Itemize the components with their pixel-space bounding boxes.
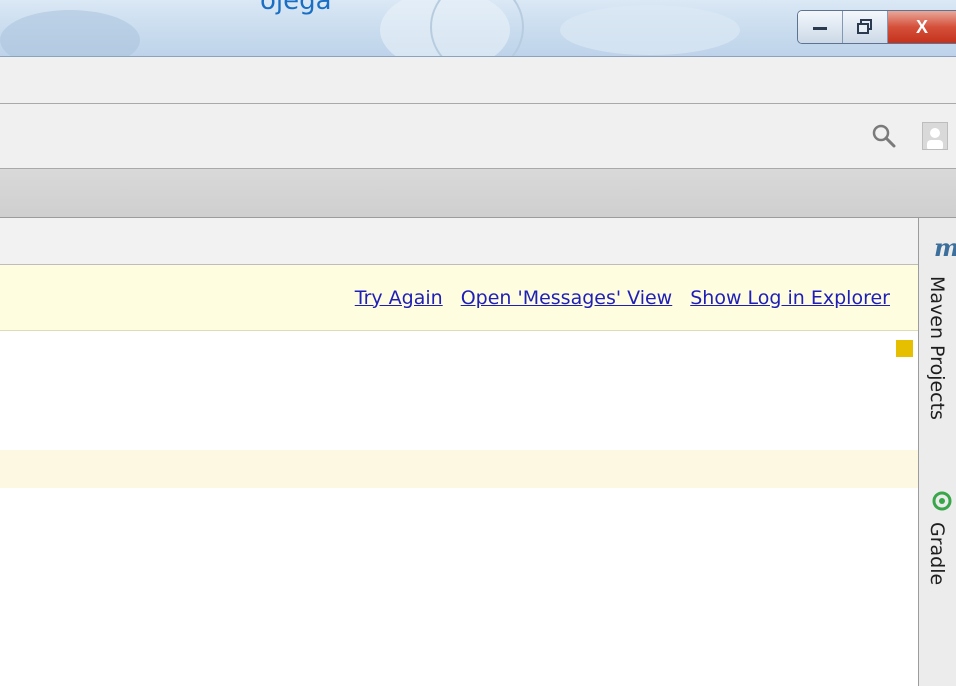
- warning-marker[interactable]: [896, 340, 913, 357]
- gradle-icon: [932, 491, 952, 511]
- window-title: ojega: [260, 0, 332, 16]
- minimize-icon: [813, 27, 827, 30]
- notification-bar: Try Again Open 'Messages' View Show Log …: [0, 265, 918, 331]
- open-messages-view-link[interactable]: Open 'Messages' View: [461, 287, 673, 309]
- maven-projects-tab[interactable]: Maven Projects: [926, 276, 948, 420]
- search-icon[interactable]: [870, 122, 898, 150]
- user-avatar-icon[interactable]: [922, 122, 948, 150]
- maven-icon: m: [934, 233, 956, 262]
- restore-icon: [857, 19, 872, 34]
- title-bar-decoration: [0, 10, 140, 56]
- navigation-bar: [0, 169, 956, 218]
- window-controls: X: [797, 10, 956, 44]
- minimize-button[interactable]: [798, 11, 843, 43]
- gradle-tab[interactable]: Gradle: [926, 522, 948, 585]
- menu-bar: [0, 57, 956, 104]
- close-button[interactable]: X: [888, 11, 956, 43]
- try-again-link[interactable]: Try Again: [355, 287, 443, 309]
- caret-line-highlight: [0, 450, 918, 488]
- toolbar: [0, 104, 956, 169]
- maximize-button[interactable]: [843, 11, 888, 43]
- title-bar-decoration: [430, 0, 524, 56]
- editor-area[interactable]: [0, 332, 918, 686]
- editor-tab-bar: [0, 218, 918, 265]
- window-title-bar: ojega X: [0, 0, 956, 57]
- close-icon: X: [915, 16, 928, 37]
- show-log-in-explorer-link[interactable]: Show Log in Explorer: [690, 287, 890, 309]
- title-bar-decoration: [560, 5, 740, 55]
